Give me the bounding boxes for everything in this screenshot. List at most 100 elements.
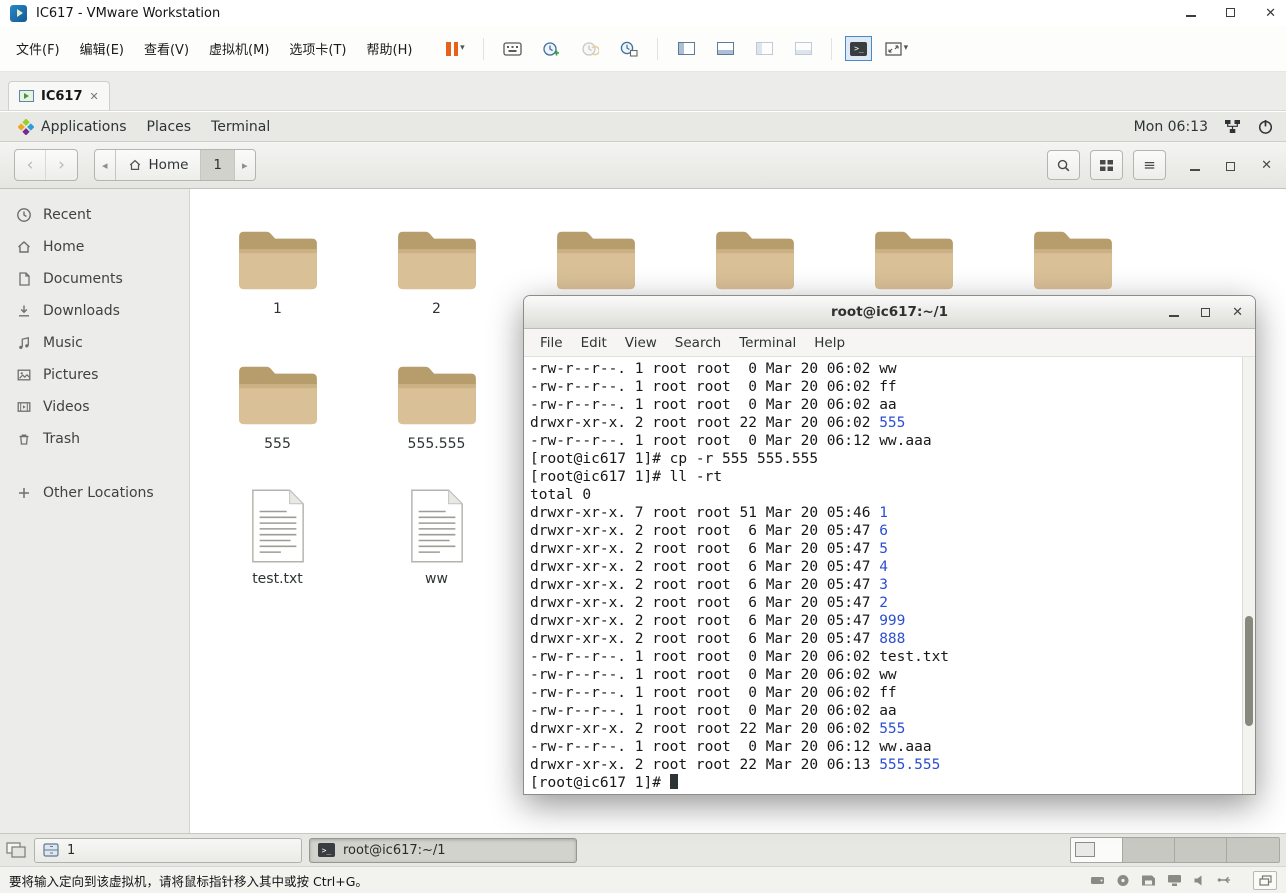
chevron-down-icon[interactable]: ▾	[460, 44, 465, 53]
folder-label: 1	[273, 301, 282, 317]
sound-icon[interactable]	[1193, 874, 1206, 887]
fullscreen-button[interactable]: ▾	[881, 34, 911, 64]
terminal-maximize-button[interactable]	[1201, 305, 1211, 321]
menu-tabs[interactable]: 选项卡(T)	[279, 32, 356, 65]
network-adapter-icon[interactable]	[1167, 874, 1182, 887]
view-toggle-button[interactable]	[1090, 150, 1124, 180]
terminal-menu-file[interactable]: File	[531, 335, 572, 351]
folder-icon	[238, 366, 317, 425]
network-icon[interactable]	[1224, 119, 1241, 134]
show-library-button[interactable]	[671, 34, 701, 64]
menu-view[interactable]: 查看(V)	[134, 32, 199, 65]
pathbar-current-folder[interactable]: 1	[201, 150, 235, 180]
terminal-menu-help[interactable]: Help	[805, 335, 854, 351]
sidebar-item-videos[interactable]: Videos	[0, 391, 189, 423]
show-status-bar-button[interactable]	[749, 34, 779, 64]
sidebar-item-music[interactable]: Music	[0, 327, 189, 359]
sidebar-item-recent[interactable]: Recent	[0, 199, 189, 231]
terminal-menu-terminal[interactable]: Terminal	[730, 335, 805, 351]
revert-snapshot-button[interactable]	[575, 34, 605, 64]
folder-item[interactable]: 555	[198, 339, 357, 474]
folder-item[interactable]: 1	[198, 204, 357, 339]
folder-icon	[715, 231, 794, 290]
take-snapshot-button[interactable]	[536, 34, 566, 64]
floppy-icon[interactable]	[1141, 874, 1156, 887]
console-view-toggle-button[interactable]: >_	[845, 36, 873, 61]
terminal-menu-search[interactable]: Search	[666, 335, 730, 351]
menu-vm[interactable]: 虚拟机(M)	[199, 32, 279, 65]
workspace-4[interactable]	[1227, 838, 1279, 862]
applications-menu[interactable]: Applications	[8, 112, 137, 141]
terminal-line: drwxr-xr-x. 2 root root 6 Mar 20 05:47 8…	[530, 631, 906, 647]
pathbar-scroll-right-icon[interactable]: ▸	[235, 150, 255, 180]
folder-label: 2	[432, 301, 441, 317]
menu-button[interactable]: ≡	[1133, 150, 1167, 180]
show-desktop-icon[interactable]	[6, 841, 27, 859]
workspace-3[interactable]	[1175, 838, 1227, 862]
send-ctrl-alt-del-button[interactable]	[497, 34, 527, 64]
terminal-titlebar[interactable]: root@ic617:~/1 ✕	[524, 296, 1255, 329]
cdrom-icon[interactable]	[1116, 874, 1130, 887]
suspend-vm-button[interactable]: ▾	[440, 34, 470, 64]
terminal-close-button[interactable]: ✕	[1232, 306, 1243, 319]
sidebar-item-home[interactable]: Home	[0, 231, 189, 263]
fm-close-button[interactable]: ✕	[1261, 159, 1272, 172]
terminal-menu[interactable]: Terminal	[201, 112, 280, 141]
scrollbar-thumb[interactable]	[1245, 616, 1253, 726]
vmware-statusbar: 要将输入定向到该虚拟机，请将鼠标指针移入其中或按 Ctrl+G。	[0, 866, 1286, 893]
workspace-2[interactable]	[1123, 838, 1175, 862]
terminal-minimize-button[interactable]	[1169, 305, 1180, 321]
terminal-line: [root@ic617 1]# ll -rt	[530, 469, 723, 485]
sidebar-item-pictures[interactable]: Pictures	[0, 359, 189, 391]
menu-edit[interactable]: 编辑(E)	[70, 32, 134, 65]
menu-file[interactable]: 文件(F)	[6, 32, 70, 65]
tab-close-icon[interactable]: ✕	[90, 90, 99, 103]
file-item[interactable]: ww	[357, 474, 516, 609]
console-view-icon	[794, 42, 812, 55]
pathbar-scroll-left-icon[interactable]: ◂	[95, 150, 116, 180]
show-thumbnail-bar-button[interactable]	[710, 34, 740, 64]
back-button[interactable]: ‹	[15, 150, 46, 180]
taskbar-button-terminal[interactable]: >_ root@ic617:~/1	[309, 837, 577, 863]
sidebar-item-other-locations[interactable]: Other Locations	[0, 477, 189, 509]
workspace-1[interactable]	[1071, 838, 1123, 862]
sidebar-item-trash[interactable]: Trash	[0, 423, 189, 455]
file-item[interactable]: test.txt	[198, 474, 357, 609]
file-manager-headerbar: ‹ › ◂ Home 1 ▸ ≡ ✕	[0, 142, 1286, 189]
terminal-menu-view[interactable]: View	[616, 335, 666, 351]
sidebar-item-downloads[interactable]: Downloads	[0, 295, 189, 327]
snapshot-manager-button[interactable]	[614, 34, 644, 64]
restore-size-button[interactable]	[1253, 870, 1277, 890]
terminal-menu-edit[interactable]: Edit	[572, 335, 616, 351]
window-minimize-button[interactable]	[1186, 6, 1197, 21]
window-list-taskbar: 1 >_ root@ic617:~/1	[0, 833, 1286, 866]
search-button[interactable]	[1047, 150, 1081, 180]
usb-icon[interactable]	[1217, 874, 1232, 886]
places-menu[interactable]: Places	[137, 112, 202, 141]
terminal-line: [root@ic617 1]# cp -r 555 555.555	[530, 451, 819, 467]
power-icon[interactable]	[1257, 118, 1274, 135]
chevron-down-icon[interactable]: ▾	[904, 44, 909, 53]
show-console-view-button[interactable]	[788, 34, 818, 64]
keyboard-icon	[503, 41, 522, 56]
forward-button[interactable]: ›	[46, 150, 77, 180]
folder-item[interactable]: 2	[357, 204, 516, 339]
places-sidebar: Recent Home Documents Downloads Music Pi…	[0, 189, 190, 833]
menu-help[interactable]: 帮助(H)	[357, 32, 423, 65]
workspace-switcher	[1070, 837, 1280, 863]
folder-icon	[397, 231, 476, 290]
window-close-button[interactable]: ✕	[1265, 7, 1276, 20]
taskbar-button-files[interactable]: 1	[34, 837, 302, 863]
vm-tab-ic617[interactable]: IC617 ✕	[8, 81, 110, 110]
terminal-output[interactable]: -rw-r--r--. 1 root root 0 Mar 20 06:02 w…	[524, 357, 1255, 794]
terminal-scrollbar[interactable]	[1242, 357, 1255, 794]
fm-restore-button[interactable]	[1226, 156, 1236, 175]
pathbar-home-button[interactable]: Home	[116, 150, 202, 180]
sidebar-item-documents[interactable]: Documents	[0, 263, 189, 295]
text-file-icon	[410, 489, 463, 563]
fm-minimize-button[interactable]	[1190, 156, 1201, 175]
folder-item[interactable]: 555.555	[357, 339, 516, 474]
harddisk-icon[interactable]	[1090, 874, 1105, 887]
clock[interactable]: Mon 06:13	[1134, 119, 1208, 135]
window-maximize-button[interactable]	[1226, 6, 1236, 21]
